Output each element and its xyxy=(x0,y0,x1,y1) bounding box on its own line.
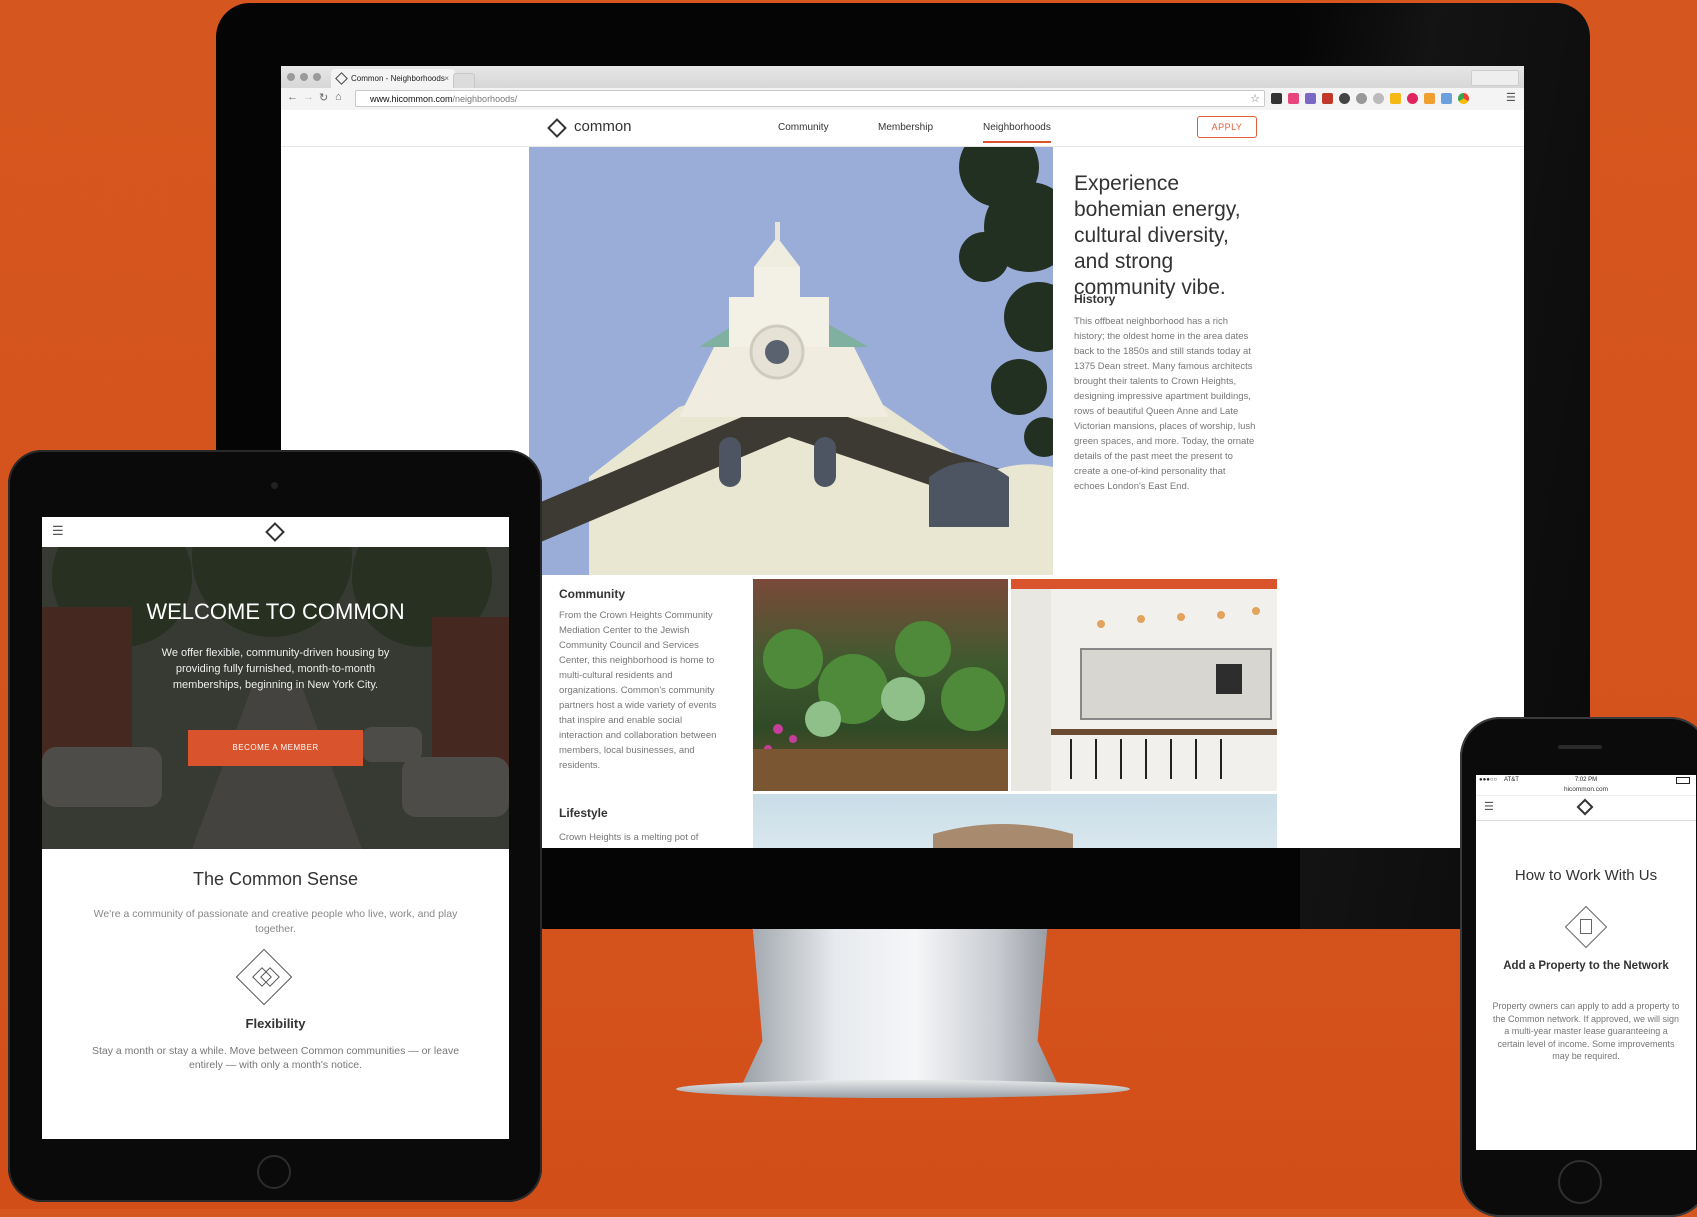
community-title: Community xyxy=(559,587,625,601)
museum-illustration xyxy=(933,824,1073,848)
extension-icon[interactable] xyxy=(1441,93,1452,104)
tab-close-icon[interactable]: × xyxy=(444,69,449,88)
flexibility-title: Flexibility xyxy=(245,1016,306,1031)
cafe-photo xyxy=(1011,579,1277,791)
browser-tab-title: Common - Neighborhoods xyxy=(351,74,445,83)
phone-feature-title: Add a Property to the Network xyxy=(1503,960,1669,972)
phone-screen: ●●●○○ AT&T 7:02 PM hicommon.com ☰ How to… xyxy=(1476,775,1696,1150)
phone-section-title: How to Work With Us xyxy=(1514,867,1658,884)
tablet-hero: WELCOME TO COMMON We offer flexible, com… xyxy=(42,547,509,849)
menu-icon[interactable]: ☰ xyxy=(1506,91,1516,104)
site-header: common Community Membership Neighborhood… xyxy=(281,110,1524,147)
extension-icon[interactable] xyxy=(1339,93,1350,104)
building-illustration xyxy=(529,147,1053,575)
nav-community[interactable]: Community xyxy=(778,122,829,133)
museum-photo xyxy=(753,794,1277,848)
extension-icon[interactable] xyxy=(1288,93,1299,104)
profile-button[interactable] xyxy=(1471,70,1519,86)
extension-icon[interactable] xyxy=(1356,93,1367,104)
property-icon xyxy=(1564,905,1608,949)
hamburger-menu-icon[interactable]: ☰ xyxy=(1484,800,1494,813)
tablet-section-body: We're a community of passionate and crea… xyxy=(93,908,458,935)
chrome-icon[interactable] xyxy=(1458,93,1469,104)
clock-label: 7:02 PM xyxy=(1574,777,1598,783)
window-close-dot[interactable] xyxy=(287,73,295,81)
home-icon[interactable]: ⌂ xyxy=(335,91,342,103)
lifestyle-title: Lifestyle xyxy=(559,806,608,820)
common-logo-icon[interactable] xyxy=(265,522,285,542)
tablet-header: ☰ xyxy=(42,517,509,548)
ipad-home-button[interactable] xyxy=(257,1155,291,1189)
imac-stand-base xyxy=(676,1080,1130,1098)
common-logo-icon[interactable] xyxy=(547,118,567,138)
become-member-button[interactable]: BECOME A MEMBER xyxy=(188,730,363,766)
window-minimize-dot[interactable] xyxy=(300,73,308,81)
iphone-home-button[interactable] xyxy=(1558,1160,1602,1204)
bookmark-star-icon[interactable]: ☆ xyxy=(1250,91,1260,108)
phone-url[interactable]: hicommon.com xyxy=(1476,786,1696,793)
tablet-hero-body: We offer flexible, community-driven hous… xyxy=(161,647,390,691)
battery-icon xyxy=(1676,777,1690,784)
nav-membership[interactable]: Membership xyxy=(878,122,933,133)
hamburger-menu-icon[interactable]: ☰ xyxy=(52,523,64,539)
tablet-screen: ☰ WELCOME TO COMMON We offer flexible, c… xyxy=(42,517,509,1139)
logo-text[interactable]: common xyxy=(574,118,632,135)
lifestyle-body: Crown Heights is a melting pot of xyxy=(559,832,699,843)
url-host: www.hicommon.com xyxy=(370,94,453,104)
browser-toolbar: ← → ↻ ⌂ www.hicommon.com/neighborhoods/ … xyxy=(281,88,1524,111)
window-zoom-dot[interactable] xyxy=(313,73,321,81)
phone-feature-body: Property owners can apply to add a prope… xyxy=(1492,1001,1680,1061)
extension-icon[interactable] xyxy=(1424,93,1435,104)
neighborhood-headline: Experience bohemian energy, cultural div… xyxy=(1074,172,1241,299)
building-photo xyxy=(529,147,1053,575)
back-arrow-icon[interactable]: ← xyxy=(287,91,298,103)
history-title: History xyxy=(1074,292,1116,306)
plants-photo xyxy=(753,579,1008,791)
tablet-section-title: The Common Sense xyxy=(192,869,359,889)
url-path: /neighborhoods/ xyxy=(452,94,518,104)
nav-neighborhoods[interactable]: Neighborhoods xyxy=(983,122,1051,143)
imac-stand xyxy=(740,929,1060,1089)
iphone-speaker xyxy=(1558,745,1602,749)
browser-tab-bar: Common - Neighborhoods × xyxy=(281,66,1524,90)
favicon-icon xyxy=(335,72,348,85)
ipad-camera xyxy=(271,482,278,489)
extension-icon[interactable] xyxy=(1322,93,1333,104)
street-illustration xyxy=(42,547,509,849)
flexibility-icon xyxy=(235,948,293,1006)
phone-status-bar: ●●●○○ AT&T 7:02 PM xyxy=(1476,775,1696,786)
browser-tab[interactable]: Common - Neighborhoods × xyxy=(331,69,455,88)
tablet-hero-title: WELCOME TO COMMON xyxy=(146,599,405,624)
forward-arrow-icon[interactable]: → xyxy=(303,91,314,103)
flexibility-body: Stay a month or stay a while. Move betwe… xyxy=(91,1045,460,1071)
phone-header: ☰ xyxy=(1476,795,1696,821)
plants-illustration xyxy=(753,621,1008,791)
extension-icon[interactable] xyxy=(1271,93,1282,104)
extension-icon[interactable] xyxy=(1305,93,1316,104)
extension-icon[interactable] xyxy=(1407,93,1418,104)
community-body: From the Crown Heights Community Mediati… xyxy=(559,610,717,771)
history-body: This offbeat neighborhood has a rich his… xyxy=(1074,316,1256,492)
extension-icon[interactable] xyxy=(1373,93,1384,104)
address-bar[interactable]: www.hicommon.com/neighborhoods/ ☆ xyxy=(355,90,1265,107)
common-logo-icon[interactable] xyxy=(1576,798,1594,816)
reload-icon[interactable]: ↻ xyxy=(319,91,328,104)
extension-icon[interactable] xyxy=(1390,93,1401,104)
apply-button[interactable]: APPLY xyxy=(1197,116,1257,138)
cafe-illustration xyxy=(1011,579,1277,791)
